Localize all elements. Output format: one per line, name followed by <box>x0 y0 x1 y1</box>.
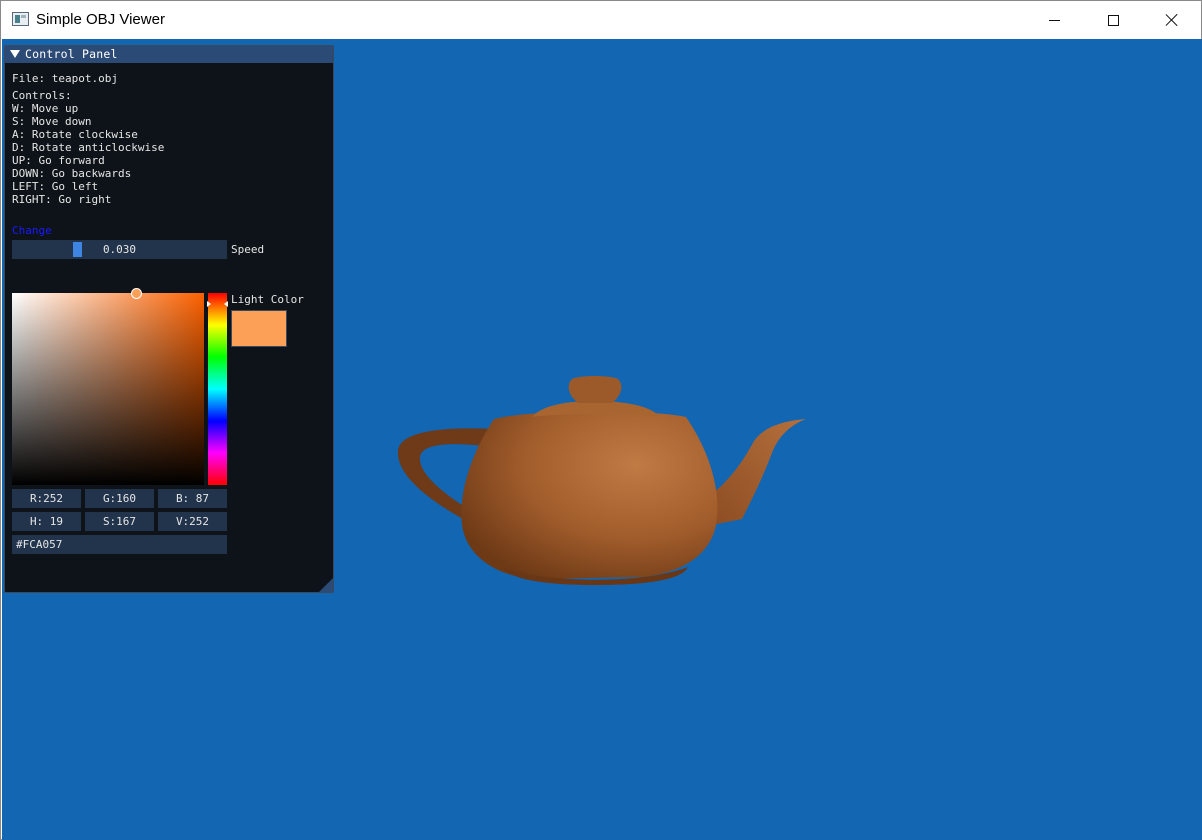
hue-slider[interactable] <box>208 293 227 485</box>
green-input[interactable]: G:160 <box>85 489 154 508</box>
color-picker-cursor[interactable] <box>131 288 142 299</box>
speed-value: 0.030 <box>102 243 137 256</box>
hue-input[interactable]: H: 19 <box>12 512 81 531</box>
close-icon <box>1165 13 1179 27</box>
saturation-input[interactable]: S:167 <box>85 512 154 531</box>
teapot-spout <box>708 419 806 525</box>
minimize-button[interactable] <box>1025 1 1083 39</box>
blue-input[interactable]: B: 87 <box>158 489 227 508</box>
window-title: Simple OBJ Viewer <box>36 11 165 28</box>
close-button[interactable] <box>1143 1 1201 39</box>
resize-grip[interactable] <box>319 578 333 592</box>
title-bar[interactable]: Simple OBJ Viewer <box>1 1 1201 39</box>
app-window: Simple OBJ Viewer Control Panel File: te… <box>0 0 1202 840</box>
hue-marker-left-icon <box>207 301 211 307</box>
value-input[interactable]: V:252 <box>158 512 227 531</box>
speed-label: Speed <box>231 243 265 256</box>
hue-marker-right-icon <box>224 301 228 307</box>
triangle-down-icon[interactable] <box>10 50 20 58</box>
control-panel[interactable]: Control Panel File: teapot.obj Controls:… <box>4 45 334 593</box>
speed-slider[interactable]: 0.030 <box>12 240 227 259</box>
panel-title: Control Panel <box>25 47 118 61</box>
change-link[interactable]: Change <box>12 224 52 237</box>
maximize-button[interactable] <box>1084 1 1142 39</box>
saturation-value-picker[interactable] <box>12 293 204 485</box>
controls-help: Controls: W: Move up S: Move down A: Rot… <box>12 89 165 206</box>
minimize-icon <box>1048 19 1060 21</box>
file-info: File: teapot.obj <box>12 72 118 85</box>
light-color-label: Light Color <box>231 293 304 306</box>
light-color-swatch[interactable] <box>231 310 287 347</box>
red-input[interactable]: R:252 <box>12 489 81 508</box>
maximize-icon <box>1107 14 1119 26</box>
teapot-knob <box>568 376 622 403</box>
app-window-icon <box>12 12 29 26</box>
teapot-model <box>397 376 806 585</box>
hex-input[interactable]: #FCA057 <box>12 535 227 554</box>
teapot-body <box>461 411 718 579</box>
panel-header[interactable]: Control Panel <box>5 46 333 63</box>
